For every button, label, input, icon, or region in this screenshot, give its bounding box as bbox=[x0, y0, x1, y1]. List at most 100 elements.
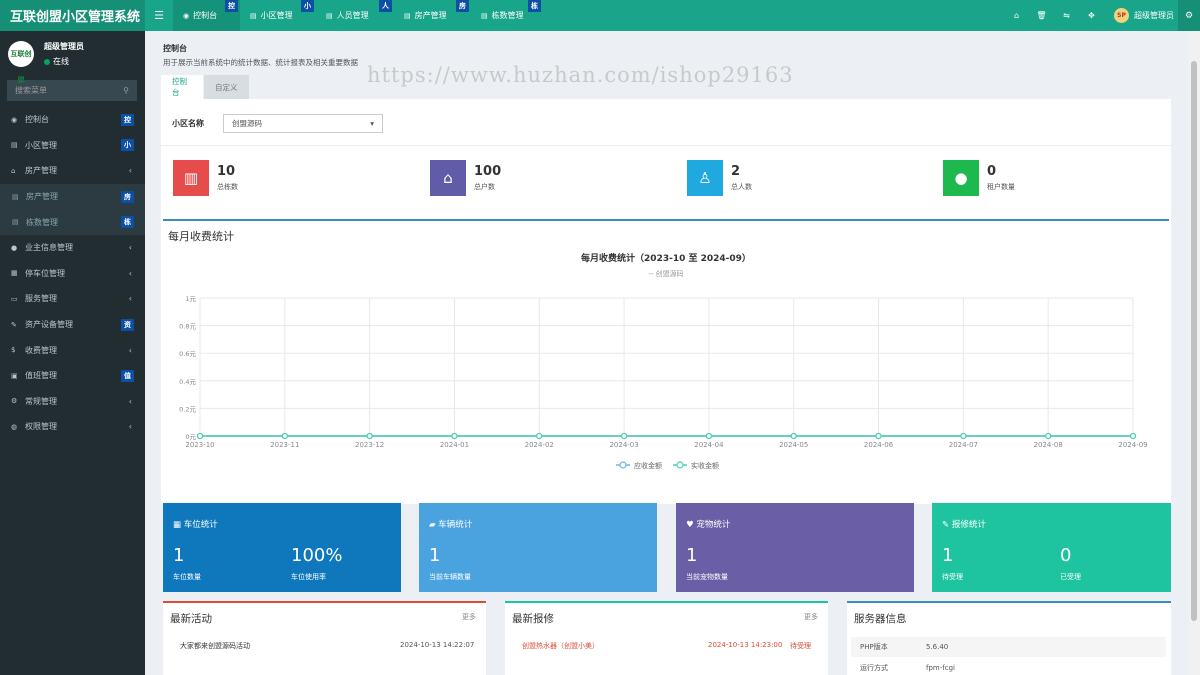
sidebar-item-label: 值班管理 bbox=[25, 371, 57, 381]
latest-repairs-panel: 最新报修 更多 创盟热水器（创盟小美） 2024-10-13 14:23:00 … bbox=[505, 601, 828, 675]
sidebar-subitem-property[interactable]: ▤ 房产管理 房 bbox=[0, 183, 145, 210]
sidebar-item-general[interactable]: ⚙ 常规管理 ‹ bbox=[0, 389, 145, 415]
sidebar-badge: 房 bbox=[121, 190, 134, 203]
tab-dashboard[interactable]: 控制台 bbox=[161, 75, 203, 99]
sidebar-item-fees[interactable]: $ 收费管理 ‹ bbox=[0, 337, 145, 363]
community-filter: 小区名称 创盟源码 ▾ bbox=[172, 114, 383, 133]
page-scrollbar[interactable] bbox=[1188, 31, 1200, 675]
top-tab-property[interactable]: ▤ 房产管理 房 bbox=[394, 0, 471, 31]
sidebar-item-services[interactable]: ▭ 服务管理 ‹ bbox=[0, 286, 145, 312]
content-tabs: 控制台 自定义 bbox=[161, 75, 249, 99]
sidebar-item-label: 停车位管理 bbox=[25, 268, 65, 278]
sidebar-item-parking[interactable]: ▦ 停车位管理 ‹ bbox=[0, 261, 145, 287]
data-point bbox=[536, 432, 543, 440]
data-point bbox=[705, 432, 713, 440]
box-value: 100% bbox=[291, 545, 343, 566]
top-tab-buildings[interactable]: ▤ 栋数管理 栋 bbox=[471, 0, 543, 31]
sidebar-subitem-buildings[interactable]: ▤ 栋数管理 栋 bbox=[0, 209, 145, 235]
y-tick-label: 0.6元 bbox=[179, 350, 196, 358]
x-tick-label: 2023-12 bbox=[355, 441, 384, 449]
top-tab-label: 小区管理 bbox=[260, 11, 293, 20]
select-value: 创盟源码 bbox=[232, 119, 262, 128]
sidebar-badge: 值 bbox=[121, 369, 134, 382]
cogs-icon: ⚙ bbox=[11, 397, 18, 406]
gear-icon[interactable]: ⚙ bbox=[1178, 0, 1200, 31]
vehicle-stats-box: ▰ 车辆统计 1 当前车辆数量 bbox=[419, 503, 657, 592]
sidebar-item-community[interactable]: ▤ 小区管理 小 bbox=[0, 133, 145, 159]
wrench-icon: ✎ bbox=[942, 520, 950, 530]
sidebar-item-dashboard[interactable]: ◉ 控制台 控 bbox=[0, 107, 145, 133]
top-tab-people[interactable]: ▤ 人员管理 人 bbox=[316, 0, 394, 31]
top-tab-badge: 栋 bbox=[528, 0, 541, 12]
top-tab-badge: 房 bbox=[456, 0, 469, 12]
stat-label: 总人数 bbox=[731, 183, 752, 191]
top-tab-label: 房产管理 bbox=[414, 11, 447, 20]
box-value: 1 bbox=[942, 545, 954, 566]
panel-title: 最新活动 bbox=[170, 613, 212, 625]
data-point bbox=[281, 432, 288, 440]
chevron-left-icon: ‹ bbox=[128, 166, 132, 176]
server-info-row: 运行方式 fpm-fcgi bbox=[851, 658, 1166, 675]
data-point bbox=[620, 432, 628, 440]
menu-toggle-icon[interactable]: ☰ bbox=[145, 0, 173, 31]
community-select[interactable]: 创盟源码 ▾ bbox=[223, 114, 383, 133]
box-title: 报修统计 bbox=[951, 520, 986, 530]
search-icon[interactable]: ⚲ bbox=[123, 86, 129, 95]
group-icon: ◍ bbox=[11, 422, 18, 431]
fullscreen-icon[interactable]: ✥ bbox=[1079, 11, 1104, 20]
repair-item[interactable]: 创盟热水器（创盟小美） bbox=[522, 641, 599, 651]
more-link[interactable]: 更多 bbox=[804, 612, 818, 622]
stat-value: 100 bbox=[474, 164, 502, 179]
chevron-left-icon: ‹ bbox=[128, 345, 132, 355]
scrollbar-thumb[interactable] bbox=[1191, 61, 1197, 621]
activity-item[interactable]: 大家都来创盟源码活动 bbox=[180, 641, 250, 651]
male-icon: ♙ bbox=[687, 160, 723, 196]
tab-custom[interactable]: 自定义 bbox=[204, 75, 249, 99]
x-tick-label: 2024-08 bbox=[1034, 441, 1063, 449]
online-dot-icon bbox=[44, 58, 50, 65]
top-user-menu[interactable]: SP 超级管理员 bbox=[1114, 8, 1174, 23]
caret-down-icon: ▾ bbox=[370, 119, 374, 128]
parking-stats-title: ▦ 车位统计 bbox=[173, 518, 218, 530]
sidebar-item-property[interactable]: ⌂ 房产管理 ‹ bbox=[0, 158, 145, 184]
sidebar-item-owners[interactable]: ● 业主信息管理 ‹ bbox=[0, 235, 145, 261]
app-title[interactable]: 互联创盟小区管理系统 bbox=[0, 0, 145, 31]
y-tick-label: 0.8元 bbox=[179, 323, 196, 331]
list-icon: ▤ bbox=[404, 11, 411, 20]
box-label: 当前车辆数量 bbox=[429, 573, 471, 581]
top-tab-community[interactable]: ▤ 小区管理 小 bbox=[240, 0, 316, 31]
data-point bbox=[790, 432, 797, 440]
menu-search-input[interactable]: 搜索菜单 ⚲ bbox=[7, 80, 137, 101]
home-icon[interactable]: ⌂ bbox=[1004, 11, 1029, 20]
monthly-fee-chart: 每月收费统计（2023-10 至 2024-09） -- 创盟源码 0元 0.2元 0.… bbox=[179, 252, 1147, 470]
x-tick-label: 2024-05 bbox=[779, 441, 808, 449]
sidebar-item-permissions[interactable]: ◍ 权限管理 ‹ bbox=[0, 414, 145, 440]
page-title: 控制台 bbox=[163, 44, 187, 53]
box-label: 待受理 bbox=[942, 573, 963, 581]
truck-icon: ▰ bbox=[429, 520, 436, 530]
box-label: 车位使用率 bbox=[291, 573, 326, 581]
language-icon[interactable]: ⇋ bbox=[1054, 11, 1079, 20]
sidebar-menu: ◉ 控制台控 ▤ 小区管理小 ⌂ 房产管理 ‹ ▤ 房产管理房 ▤ 栋数管理栋 ● 业主信息管… bbox=[0, 107, 145, 440]
x-tick-label: 2023-10 bbox=[185, 441, 214, 449]
server-info-panel: 服务器信息 PHP版本 5.6.40 运行方式 fpm-fcgi bbox=[847, 601, 1171, 675]
sidebar-item-label: 小区管理 bbox=[25, 140, 57, 150]
repair-stats-box: ✎ 报修统计 1 待受理 0 已受理 bbox=[932, 503, 1171, 592]
stat-households: ⌂ 100 总户数 bbox=[430, 160, 501, 196]
chart-title: 每月收费统计（2023-10 至 2024-09） bbox=[581, 252, 751, 264]
repair-stats-title: ✎ 报修统计 bbox=[942, 518, 986, 530]
sidebar-item-assets[interactable]: ✎ 资产设备管理 资 bbox=[0, 312, 145, 338]
top-tab-dashboard[interactable]: ◉ 控制台 控 bbox=[173, 0, 240, 31]
sidebar-item-duty[interactable]: ▣ 值班管理 值 bbox=[0, 363, 145, 389]
top-tab-label: 栋数管理 bbox=[491, 11, 524, 20]
repair-time: 2024-10-13 14:23:00 bbox=[708, 641, 783, 649]
sidebar-username: 超级管理员 bbox=[44, 42, 84, 51]
trash-icon[interactable]: 🗑 bbox=[1029, 11, 1054, 20]
film-icon: ▦ bbox=[11, 269, 18, 278]
box-value: 1 bbox=[686, 545, 698, 566]
sidebar-item-label: 资产设备管理 bbox=[25, 320, 73, 330]
box-title: 车辆统计 bbox=[438, 520, 473, 530]
box-title: 车位统计 bbox=[183, 520, 218, 530]
server-info-key: PHP版本 bbox=[860, 643, 888, 651]
more-link[interactable]: 更多 bbox=[462, 612, 476, 622]
